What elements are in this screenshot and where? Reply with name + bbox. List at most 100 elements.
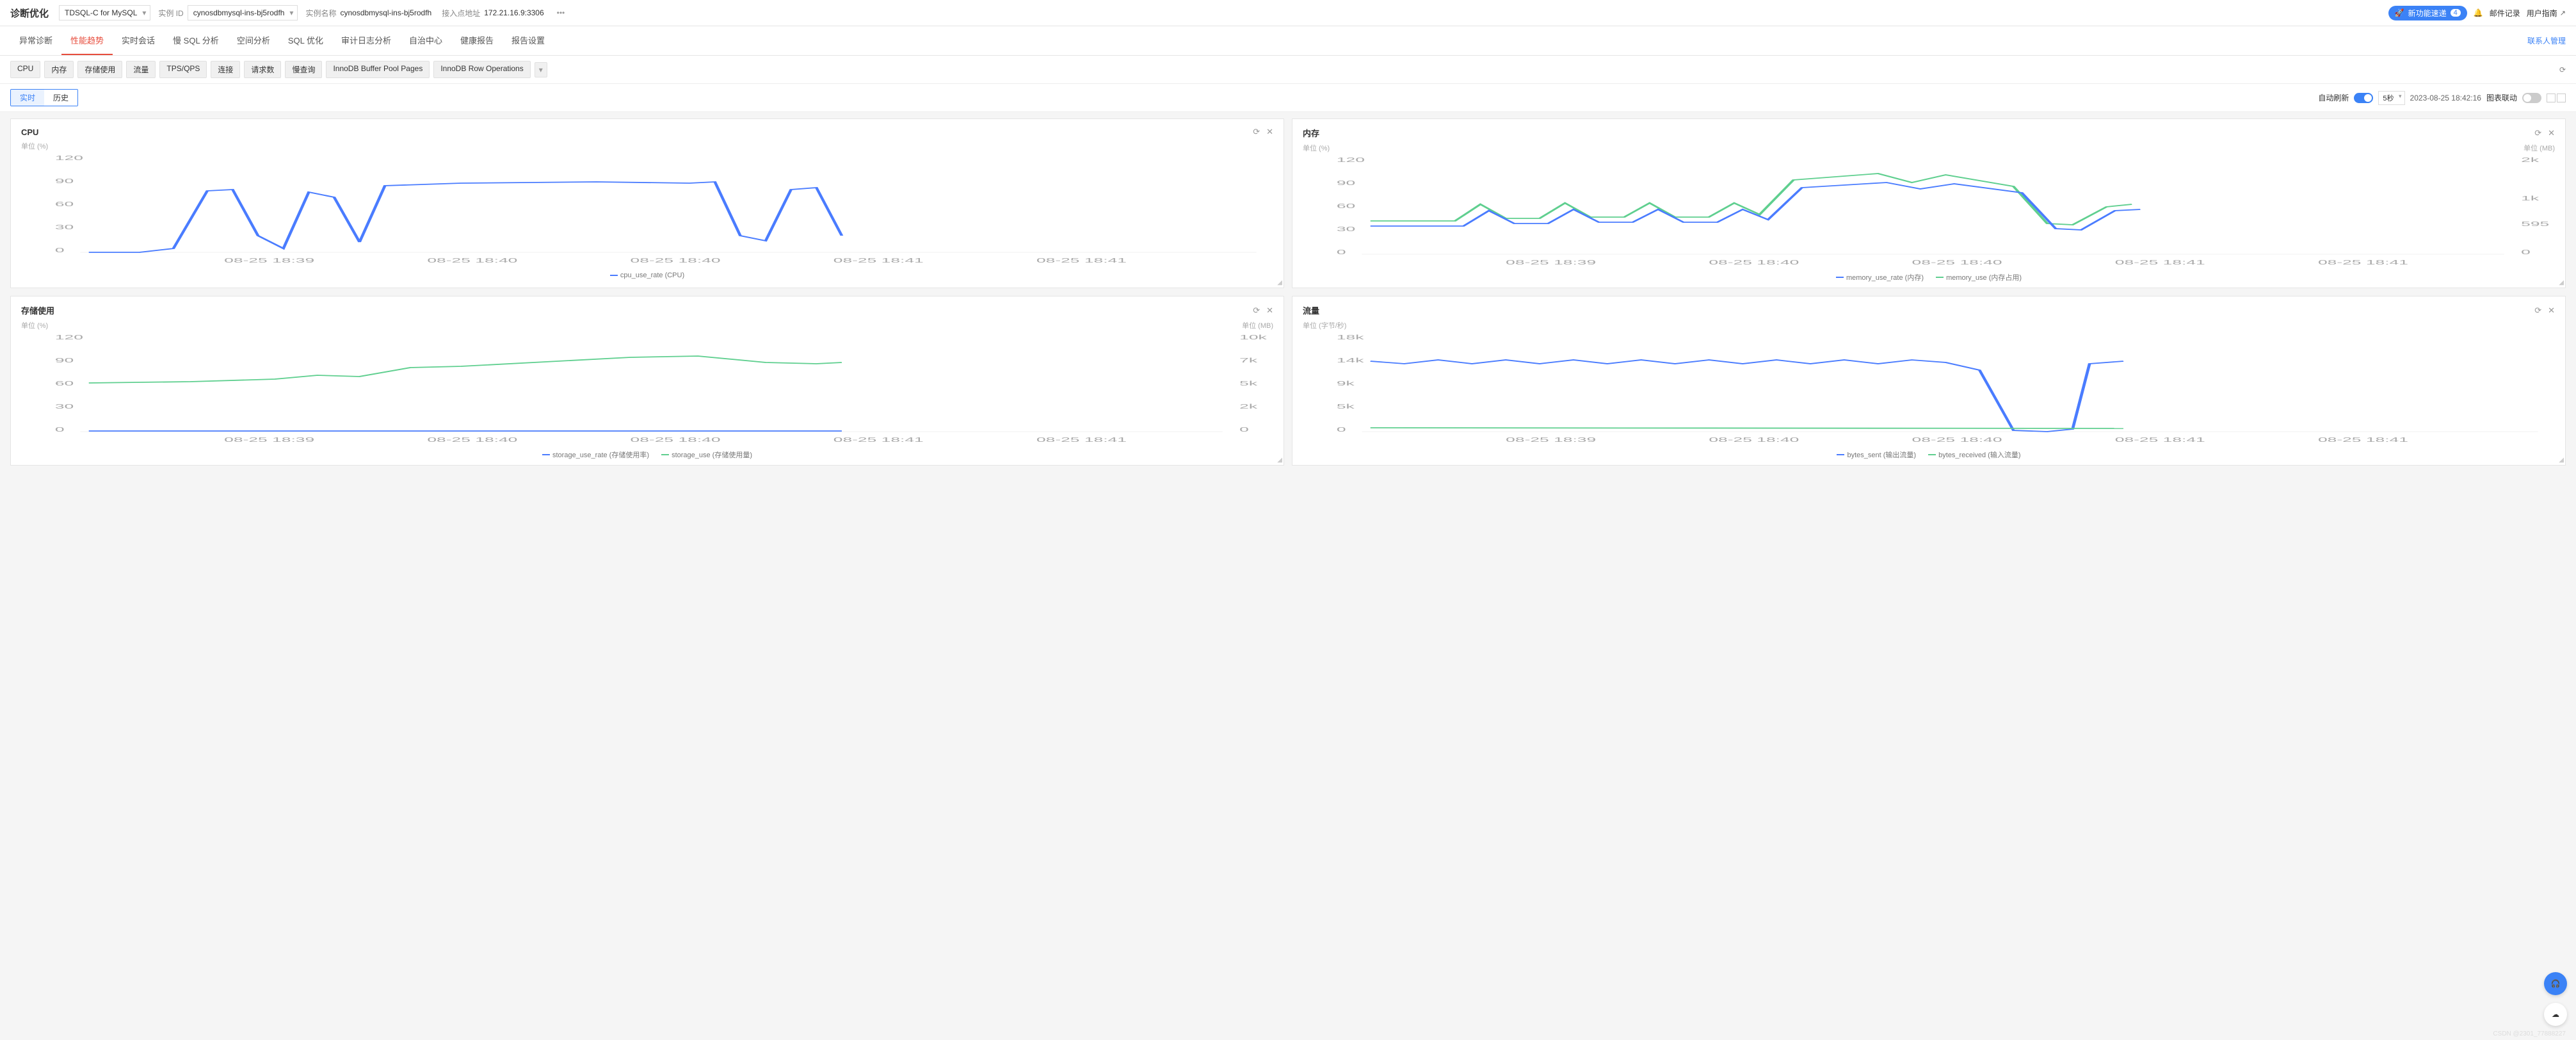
metric-btn-2[interactable]: 存储使用 bbox=[77, 61, 122, 78]
svg-text:30: 30 bbox=[55, 403, 74, 410]
nav-tab-8[interactable]: 健康报告 bbox=[451, 26, 503, 55]
chart-plot-storage[interactable]: 1209060300 10k7k5k2k0 08-25 18:3908-25 1… bbox=[21, 332, 1273, 447]
refresh-icon[interactable]: ⟳ bbox=[1253, 305, 1260, 316]
svg-text:08-25 18:41: 08-25 18:41 bbox=[2115, 436, 2205, 443]
svg-text:60: 60 bbox=[1337, 202, 1355, 209]
refresh-icon[interactable]: ⟳ bbox=[2534, 128, 2541, 138]
svg-text:9k: 9k bbox=[1337, 380, 1355, 387]
watermark-text: CSDN @2301_77888227 bbox=[2493, 1030, 2566, 1037]
svg-text:08-25 18:41: 08-25 18:41 bbox=[1036, 257, 1127, 264]
nav-tab-5[interactable]: SQL 优化 bbox=[279, 26, 332, 55]
nav-tab-4[interactable]: 空间分析 bbox=[228, 26, 279, 55]
metric-btn-0[interactable]: CPU bbox=[10, 61, 40, 78]
refresh-all-icon[interactable]: ⟳ bbox=[2559, 65, 2566, 74]
unit-left: 单位 (字节/秒) bbox=[1303, 320, 1346, 330]
svg-text:08-25 18:40: 08-25 18:40 bbox=[1912, 436, 2002, 443]
svg-text:5k: 5k bbox=[1337, 403, 1355, 410]
svg-text:14k: 14k bbox=[1337, 357, 1365, 364]
more-icon[interactable]: ••• bbox=[557, 8, 565, 17]
legend-mem-use[interactable]: memory_use (内存占用) bbox=[1936, 272, 2022, 282]
instance-id-select[interactable]: cynosdbmysql-ins-bj5rodfh bbox=[188, 5, 298, 20]
metric-button-row: CPU内存存储使用流量TPS/QPS连接请求数慢查询InnoDB Buffer … bbox=[0, 56, 2576, 84]
contact-manage-link[interactable]: 联系人管理 bbox=[2527, 30, 2566, 51]
close-icon[interactable]: ✕ bbox=[1266, 305, 1273, 316]
legend-bytes-received[interactable]: bytes_received (输入流量) bbox=[1928, 450, 2020, 460]
mail-log-link[interactable]: 邮件记录 bbox=[2490, 8, 2520, 19]
metric-btn-9[interactable]: InnoDB Row Operations bbox=[433, 61, 530, 78]
nav-tab-2[interactable]: 实时会话 bbox=[113, 26, 164, 55]
refresh-interval-select[interactable]: 5秒 bbox=[2378, 91, 2404, 105]
auto-refresh-toggle[interactable] bbox=[2354, 93, 2373, 103]
close-icon[interactable]: ✕ bbox=[2548, 305, 2555, 316]
legend-storage-use[interactable]: storage_use (存储使用量) bbox=[661, 450, 752, 460]
unit-left: 单位 (%) bbox=[21, 320, 48, 330]
chart-link-toggle[interactable] bbox=[2522, 93, 2541, 103]
svg-text:120: 120 bbox=[1337, 156, 1365, 163]
resize-handle-icon[interactable]: ◢ bbox=[2559, 279, 2564, 286]
svg-text:08-25 18:40: 08-25 18:40 bbox=[631, 436, 721, 443]
chart-card-mem: 内存 ⟳ ✕ 单位 (%) 单位 (MB) 1209060300 2k1k595… bbox=[1292, 118, 2566, 288]
chart-card-storage: 存储使用 ⟳ ✕ 单位 (%) 单位 (MB) 1209060300 10k7k… bbox=[10, 296, 1284, 466]
nav-bar: 异常诊断性能趋势实时会话慢 SQL 分析空间分析SQL 优化审计日志分析自治中心… bbox=[0, 26, 2576, 56]
close-icon[interactable]: ✕ bbox=[1266, 127, 1273, 137]
cloud-float-button[interactable]: ☁ bbox=[2544, 1003, 2567, 1026]
svg-text:08-25 18:39: 08-25 18:39 bbox=[1506, 259, 1596, 266]
legend-cpu-use-rate[interactable]: cpu_use_rate (CPU) bbox=[610, 272, 684, 279]
metric-btn-5[interactable]: 连接 bbox=[211, 61, 240, 78]
legend-mem-use-rate[interactable]: memory_use_rate (内存) bbox=[1836, 272, 1924, 282]
nav-tab-3[interactable]: 慢 SQL 分析 bbox=[164, 26, 228, 55]
tab-history[interactable]: 历史 bbox=[44, 90, 77, 106]
legend-bytes-sent[interactable]: bytes_sent (输出流量) bbox=[1837, 450, 1916, 460]
svg-text:08-25 18:40: 08-25 18:40 bbox=[427, 257, 517, 264]
metric-more-dropdown[interactable]: ▾ bbox=[535, 62, 547, 77]
help-float-button[interactable]: 🎧 bbox=[2544, 972, 2567, 995]
chart-link-label: 图表联动 bbox=[2486, 92, 2517, 103]
metric-btn-4[interactable]: TPS/QPS bbox=[159, 61, 207, 78]
nav-tab-0[interactable]: 异常诊断 bbox=[10, 26, 61, 55]
new-feature-button[interactable]: 🚀 新功能速递 4 bbox=[2388, 6, 2467, 20]
svg-text:7k: 7k bbox=[1239, 357, 1258, 364]
layout-list-icon[interactable] bbox=[2557, 93, 2566, 102]
auto-refresh-label: 自动刷新 bbox=[2318, 92, 2349, 103]
tab-realtime[interactable]: 实时 bbox=[11, 90, 44, 106]
refresh-icon[interactable]: ⟳ bbox=[2534, 305, 2541, 316]
chart-plot-mem[interactable]: 1209060300 2k1k5950 08-25 18:3908-25 18:… bbox=[1303, 154, 2555, 270]
svg-text:0: 0 bbox=[1239, 426, 1249, 433]
svg-text:120: 120 bbox=[55, 154, 83, 161]
unit-right: 单位 (MB) bbox=[2524, 143, 2555, 153]
svg-text:0: 0 bbox=[55, 426, 65, 433]
svg-text:08-25 18:39: 08-25 18:39 bbox=[1506, 436, 1596, 443]
svg-text:90: 90 bbox=[55, 357, 74, 364]
metric-btn-1[interactable]: 内存 bbox=[44, 61, 74, 78]
chart-card-cpu: CPU ⟳ ✕ 单位 (%) 1209060300 08-25 18:3908-… bbox=[10, 118, 1284, 288]
bell-icon[interactable]: 🔔 bbox=[2474, 8, 2483, 17]
page-title: 诊断优化 bbox=[10, 6, 49, 20]
nav-tab-9[interactable]: 报告设置 bbox=[503, 26, 554, 55]
resize-handle-icon[interactable]: ◢ bbox=[1277, 457, 1282, 464]
instance-id-label: 实例 ID bbox=[158, 8, 183, 19]
charts-grid: CPU ⟳ ✕ 单位 (%) 1209060300 08-25 18:3908-… bbox=[0, 112, 2576, 472]
user-guide-link[interactable]: 用户指南 ↗ bbox=[2527, 8, 2566, 19]
chart-plot-cpu[interactable]: 1209060300 08-25 18:3908-25 18:4008-25 1… bbox=[21, 152, 1273, 268]
chart-plot-traffic[interactable]: 18k14k9k5k0 08-25 18:3908-25 18:4008-25 … bbox=[1303, 332, 2555, 447]
svg-text:08-25 18:39: 08-25 18:39 bbox=[224, 257, 314, 264]
metric-btn-6[interactable]: 请求数 bbox=[244, 61, 281, 78]
resize-handle-icon[interactable]: ◢ bbox=[1277, 279, 1282, 286]
close-icon[interactable]: ✕ bbox=[2548, 128, 2555, 138]
svg-text:5k: 5k bbox=[1239, 380, 1258, 387]
nav-tab-6[interactable]: 审计日志分析 bbox=[332, 26, 400, 55]
legend-storage-use-rate[interactable]: storage_use_rate (存储使用率) bbox=[542, 450, 649, 460]
refresh-icon[interactable]: ⟳ bbox=[1253, 127, 1260, 137]
svg-text:2k: 2k bbox=[1239, 403, 1258, 410]
layout-grid-icon[interactable] bbox=[2547, 93, 2556, 102]
metric-btn-3[interactable]: 流量 bbox=[126, 61, 156, 78]
resize-handle-icon[interactable]: ◢ bbox=[2559, 457, 2564, 464]
nav-tab-1[interactable]: 性能趋势 bbox=[61, 26, 113, 55]
endpoint-value: 172.21.16.9:3306 bbox=[484, 8, 543, 17]
db-type-select[interactable]: TDSQL-C for MySQL bbox=[59, 5, 150, 20]
svg-text:08-25 18:40: 08-25 18:40 bbox=[1709, 259, 1799, 266]
metric-btn-8[interactable]: InnoDB Buffer Pool Pages bbox=[326, 61, 430, 78]
metric-btn-7[interactable]: 慢查询 bbox=[285, 61, 322, 78]
nav-tab-7[interactable]: 自治中心 bbox=[400, 26, 451, 55]
timestamp-value: 2023-08-25 18:42:16 bbox=[2410, 93, 2481, 102]
